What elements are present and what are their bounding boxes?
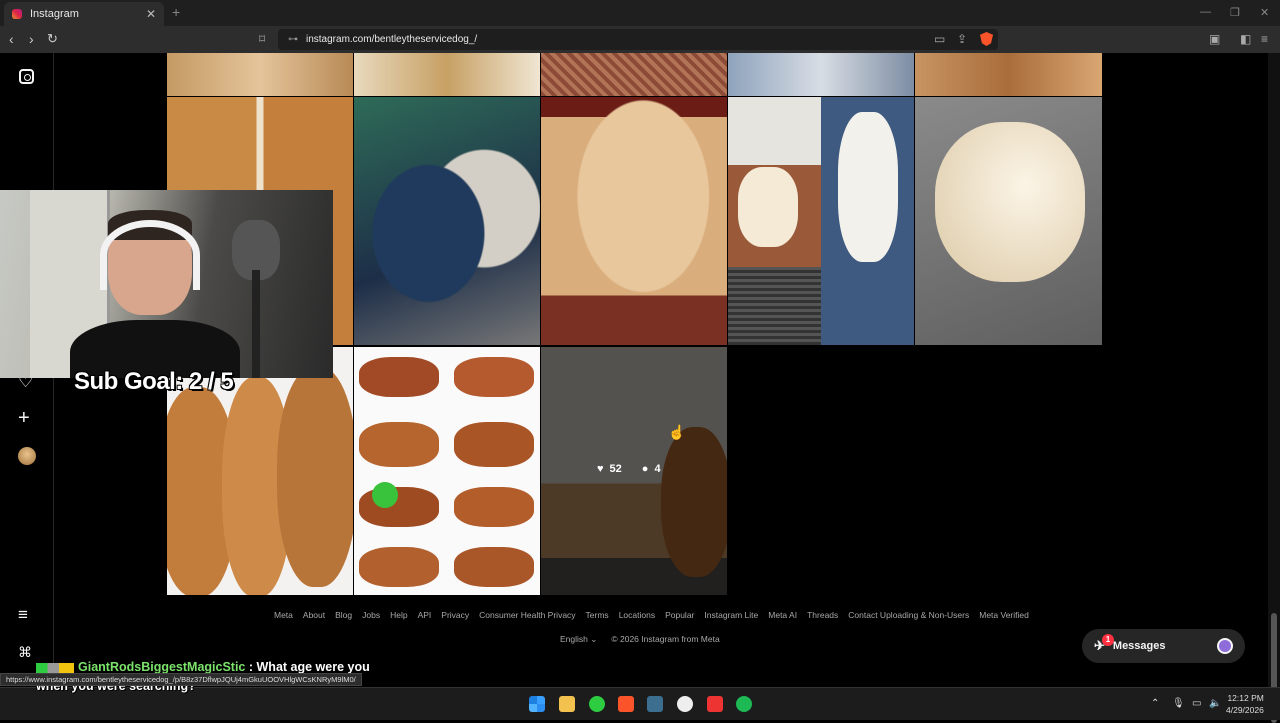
copyright-text: © 2026 Instagram from Meta — [611, 634, 720, 644]
create-plus-icon[interactable]: + — [18, 407, 30, 430]
post-tile[interactable] — [915, 53, 1102, 96]
close-tab-icon[interactable]: ✕ — [146, 7, 156, 21]
footer-link[interactable]: About — [303, 610, 325, 620]
mouse-cursor-icon: ☝ — [668, 424, 686, 440]
footer-link[interactable]: Meta — [274, 610, 293, 620]
like-count: 52 — [609, 463, 622, 475]
footer-link[interactable]: Instagram Lite — [704, 610, 758, 620]
post-tile[interactable] — [354, 347, 540, 595]
footer-link[interactable]: Locations — [619, 610, 655, 620]
profile-avatar[interactable] — [18, 447, 36, 465]
footer-link[interactable]: Privacy — [441, 610, 469, 620]
footer-link[interactable]: Meta Verified — [979, 610, 1029, 620]
xbox-icon[interactable] — [589, 696, 605, 712]
message-avatar — [1217, 638, 1233, 654]
chat-badges-icon — [36, 662, 74, 673]
browser-tab-bar: Instagram ✕ + — ❐ ✕ — [0, 0, 1280, 26]
post-tile[interactable] — [354, 97, 540, 345]
footer-link[interactable]: Meta AI — [768, 610, 797, 620]
volume-icon[interactable]: 🔈 — [1209, 698, 1221, 709]
footer-link[interactable]: Popular — [665, 610, 694, 620]
footer-link[interactable]: Terms — [586, 610, 609, 620]
browser-toolbar: ‹ › ↻ ⌑ ⊶ instagram.com/bentleytheservic… — [0, 26, 1280, 53]
cast-icon[interactable]: ▭ — [934, 32, 945, 46]
url-text: instagram.com/bentleytheservicedog_/ — [306, 34, 478, 45]
menu-icon[interactable]: ≡ — [1261, 32, 1268, 46]
spotify-icon[interactable] — [736, 696, 752, 712]
footer-link[interactable]: Consumer Health Privacy — [479, 610, 575, 620]
page-scrollbar[interactable] — [1268, 53, 1280, 723]
reload-icon[interactable]: ↻ — [47, 31, 58, 47]
close-window-icon[interactable]: ✕ — [1260, 6, 1269, 19]
link-status-url: https://www.instagram.com/bentleytheserv… — [0, 673, 362, 686]
tab-title: Instagram — [30, 8, 79, 20]
comments-bubble-icon: ● — [641, 463, 649, 475]
footer-meta: English ⌄ © 2026 Instagram from Meta — [560, 634, 720, 645]
back-icon[interactable]: ‹ — [9, 31, 14, 47]
footer-link[interactable]: Contact Uploading & Non-Users — [848, 610, 969, 620]
start-windows-icon[interactable] — [529, 696, 545, 712]
also-from-meta-icon[interactable]: ⌘ — [18, 644, 32, 661]
streamer-webcam-overlay — [0, 190, 333, 378]
streaming-app-icon[interactable] — [707, 696, 723, 712]
comment-count: 4 — [654, 463, 661, 475]
minimize-icon[interactable]: — — [1200, 6, 1211, 18]
more-menu-icon[interactable]: ≡ — [18, 605, 28, 625]
footer-links: Meta About Blog Jobs Help API Privacy Consumer … — [274, 610, 1029, 620]
post-tile[interactable] — [541, 53, 727, 96]
bookmark-icon[interactable]: ⌑ — [259, 32, 265, 46]
site-info-icon[interactable]: ⊶ — [288, 34, 298, 45]
footer-link[interactable]: Blog — [335, 610, 352, 620]
footer-link[interactable]: Threads — [807, 610, 838, 620]
footer-link[interactable]: API — [418, 610, 432, 620]
post-tile[interactable] — [728, 53, 914, 96]
footer-link[interactable]: Help — [390, 610, 407, 620]
obs-icon[interactable] — [677, 696, 693, 712]
post-tile[interactable] — [541, 97, 727, 345]
footer-link[interactable]: Jobs — [362, 610, 380, 620]
tab-instagram[interactable]: Instagram ✕ — [4, 2, 164, 26]
sub-goal-text: Sub Goal: 2 / 5 — [74, 368, 234, 395]
post-tile[interactable] — [167, 53, 353, 96]
wallet-icon[interactable]: ▣ — [1209, 32, 1220, 46]
address-bar[interactable]: ⊶ instagram.com/bentleytheservicedog_/ — [278, 29, 998, 50]
brave-browser-icon[interactable] — [618, 696, 634, 712]
likes-heart-icon: ♥ — [597, 463, 604, 475]
messages-label: Messages — [1112, 640, 1166, 652]
language-selector[interactable]: English ⌄ — [560, 634, 597, 645]
restore-icon[interactable]: ❐ — [1230, 6, 1240, 19]
post-tile[interactable] — [915, 97, 1102, 345]
instagram-favicon-icon — [12, 9, 22, 19]
instagram-logo-icon[interactable] — [19, 69, 34, 84]
network-icon[interactable]: ▭ — [1192, 698, 1201, 709]
sidebar-toggle-icon[interactable]: ◧ — [1240, 32, 1251, 46]
post-hover-stats: ♥ 52 ● 4 — [597, 463, 661, 475]
new-tab-button[interactable]: + — [172, 4, 180, 20]
file-explorer-icon[interactable] — [559, 696, 575, 712]
app-icon[interactable] — [647, 696, 663, 712]
tray-chevron-icon[interactable]: ⌃ — [1151, 698, 1159, 709]
post-tile[interactable] — [354, 53, 540, 96]
messages-unread-badge: 1 — [1102, 634, 1114, 646]
forward-icon[interactable]: › — [29, 31, 34, 47]
system-clock[interactable]: 12:12 PM 4/29/2026 — [1226, 692, 1264, 716]
share-icon[interactable]: ⇪ — [957, 32, 967, 46]
chat-username: GiantRodsBiggestMagicStic — [78, 660, 246, 674]
microphone-icon[interactable]: 🎙 — [1172, 698, 1185, 709]
messages-button[interactable]: ✈ 1 Messages — [1082, 629, 1245, 663]
post-tile[interactable] — [728, 97, 914, 345]
